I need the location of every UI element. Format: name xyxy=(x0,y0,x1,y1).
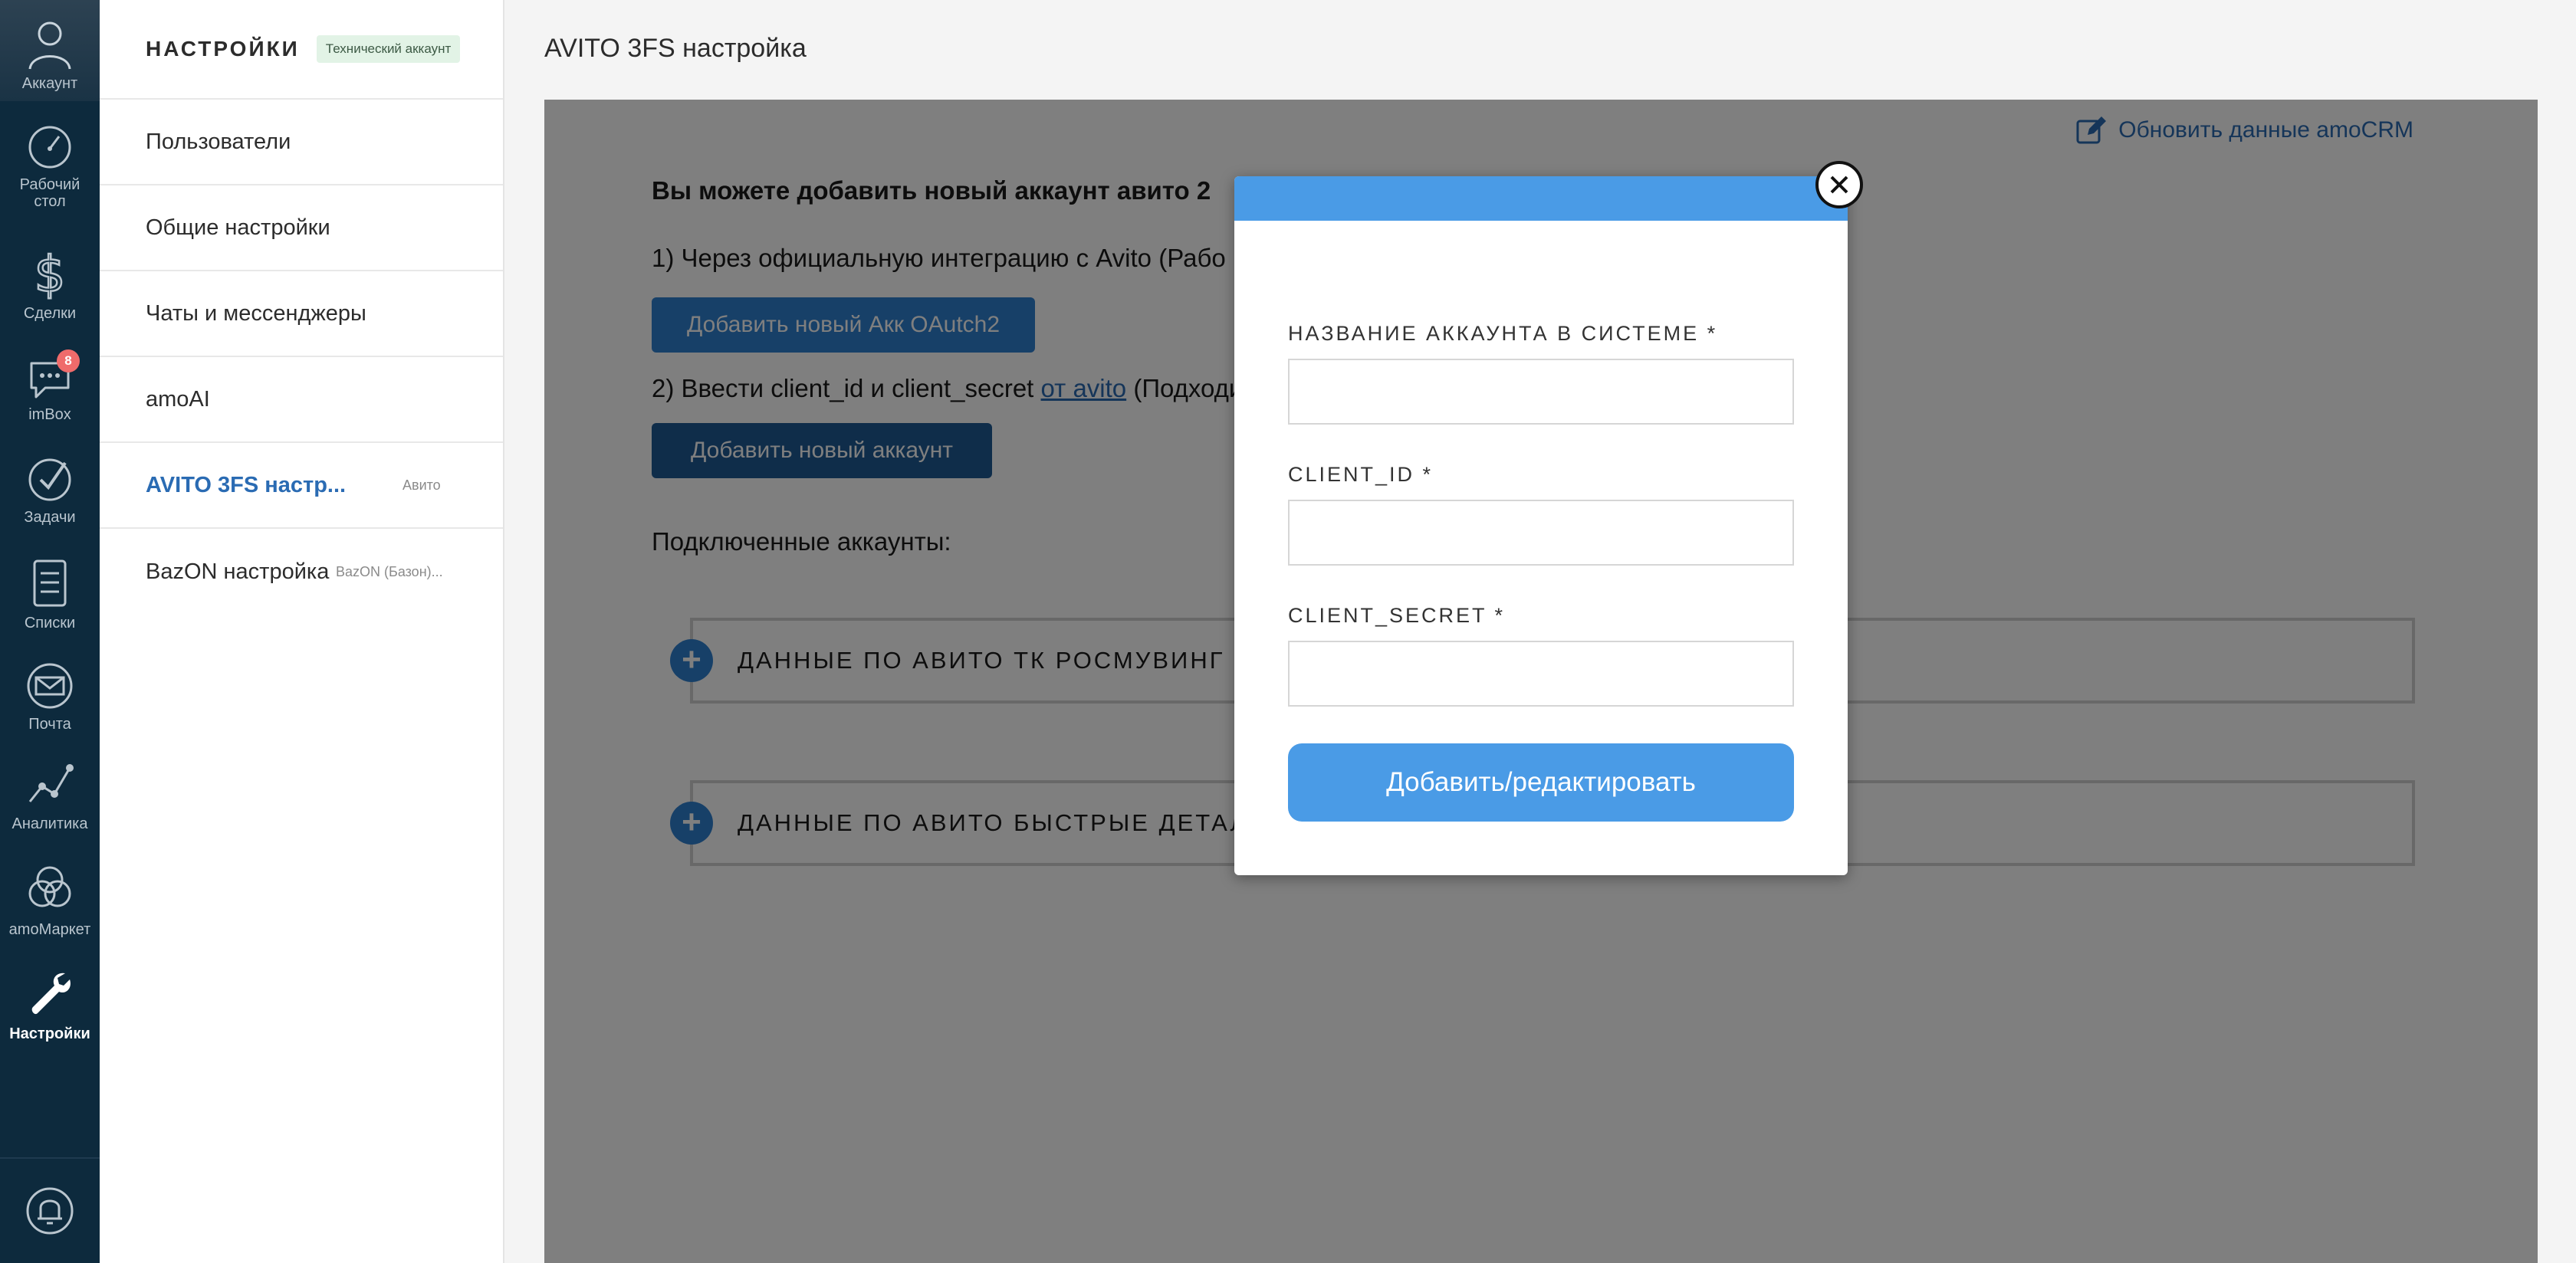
submenu-item-label: Пользователи xyxy=(146,129,291,154)
submenu-item-label: Общие настройки xyxy=(146,215,330,240)
imbox-badge: 8 xyxy=(57,349,80,372)
dollar-icon: $ xyxy=(33,247,66,300)
rail-lists[interactable]: Списки xyxy=(0,556,100,632)
submenu-item-label: BazON настройка xyxy=(146,559,330,584)
client-secret-label: CLIENT_SECRET * xyxy=(1288,604,1506,627)
submenu-item-label: AVITO 3FS настр... xyxy=(146,472,347,497)
rail-settings[interactable]: Настройки xyxy=(0,969,100,1042)
bell-icon xyxy=(26,1187,74,1235)
client-id-label: CLIENT_ID * xyxy=(1288,463,1434,486)
submenu-item-avito[interactable]: AVITO 3FS настр... Авито xyxy=(100,443,503,529)
submenu-header: НАСТРОЙКИ Технический аккаунт xyxy=(100,0,503,100)
left-rail: Аккаунт Рабочий стол $ Сделки 8 imBox За… xyxy=(0,0,100,1263)
submenu-item-tag: Авито xyxy=(402,477,441,493)
close-modal-button[interactable] xyxy=(1815,161,1863,208)
tech-account-badge: Технический аккаунт xyxy=(316,35,461,63)
rail-deals[interactable]: $ Сделки xyxy=(0,247,100,322)
rail-lists-label: Списки xyxy=(24,615,76,632)
market-icon xyxy=(28,866,71,907)
rail-tasks[interactable]: Задачи xyxy=(0,454,100,526)
rail-deals-label: Сделки xyxy=(23,305,77,322)
submit-button[interactable]: Добавить/редактировать xyxy=(1288,743,1794,822)
rail-analytics-label: Аналитика xyxy=(12,815,88,832)
user-icon xyxy=(28,21,71,70)
rail-mail[interactable]: Почта xyxy=(0,661,100,733)
rail-market-label: amoМаркет xyxy=(8,921,91,938)
client-secret-input[interactable] xyxy=(1288,641,1794,707)
page-title: AVITO 3FS настройка xyxy=(544,34,807,63)
submenu-item-bazon[interactable]: BazON настройка BazON (Базон)... xyxy=(100,529,503,615)
rail-dashboard-label: Рабочий стол xyxy=(19,176,80,210)
close-icon xyxy=(1830,176,1848,194)
submenu-item-label: amoAI xyxy=(146,386,210,412)
add-account-modal: НАЗВАНИЕ АККАУНТА В СИСТЕМЕ * CLIENT_ID … xyxy=(1234,161,1863,875)
rail-settings-label: Настройки xyxy=(9,1025,90,1042)
analytics-icon xyxy=(28,764,74,802)
submenu-item-chats[interactable]: Чаты и мессенджеры xyxy=(100,271,503,357)
rail-divider xyxy=(0,1157,100,1159)
rail-imbox-label: imBox xyxy=(28,406,71,423)
submenu-title: НАСТРОЙКИ xyxy=(146,37,300,61)
svg-text:$: $ xyxy=(34,247,66,300)
account-name-label: НАЗВАНИЕ АККАУНТА В СИСТЕМЕ * xyxy=(1288,322,1718,345)
speedometer-icon xyxy=(28,126,71,169)
mail-icon xyxy=(27,663,73,709)
submenu-item-label: Чаты и мессенджеры xyxy=(146,300,366,326)
rail-imbox[interactable]: 8 imBox xyxy=(0,349,100,423)
account-name-input[interactable] xyxy=(1288,359,1794,425)
submenu-item-tag: BazON (Базон)... xyxy=(336,563,443,579)
settings-submenu: НАСТРОЙКИ Технический аккаунт Пользовате… xyxy=(100,0,504,1263)
client-id-input[interactable] xyxy=(1288,500,1794,566)
rail-tasks-label: Задачи xyxy=(24,509,76,526)
rail-market[interactable]: amoМаркет xyxy=(0,861,100,938)
checkmark-circle-icon xyxy=(28,458,71,501)
rail-notifications[interactable] xyxy=(0,1185,100,1242)
rail-account-label: Аккаунт xyxy=(21,75,78,92)
submenu-item-general[interactable]: Общие настройки xyxy=(100,185,503,271)
rail-mail-label: Почта xyxy=(28,716,71,733)
rail-account[interactable]: Аккаунт xyxy=(0,0,100,101)
rail-analytics[interactable]: Аналитика xyxy=(0,759,100,832)
list-icon xyxy=(33,559,67,607)
modal-header-bar xyxy=(1234,176,1848,221)
wrench-icon xyxy=(31,973,71,1015)
submenu-item-users[interactable]: Пользователи xyxy=(100,100,503,185)
submenu-item-amoai[interactable]: amoAI xyxy=(100,357,503,443)
rail-dashboard[interactable]: Рабочий стол xyxy=(0,123,100,210)
